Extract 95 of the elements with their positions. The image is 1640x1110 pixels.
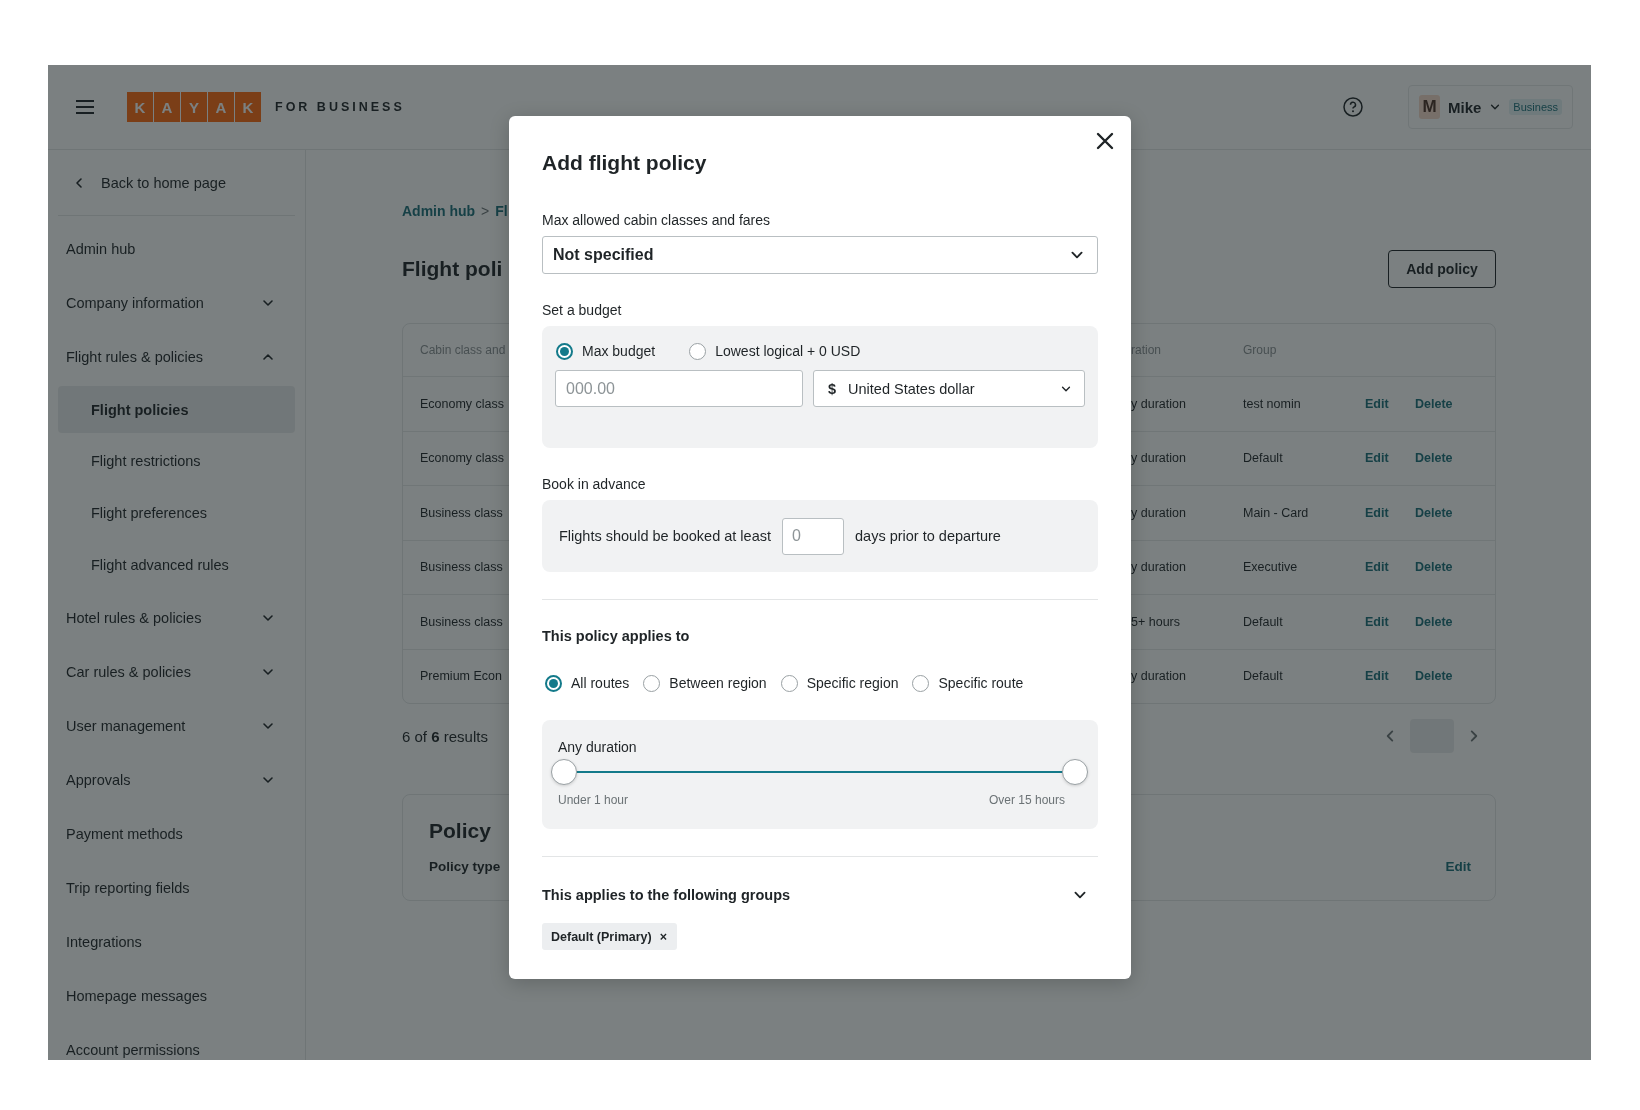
close-icon[interactable] xyxy=(1096,132,1114,150)
radio-label: All routes xyxy=(571,675,630,691)
budget-input[interactable]: 000.00 xyxy=(555,370,803,407)
sidebar-subitem[interactable]: Flight policies xyxy=(58,386,295,433)
user-menu[interactable]: M Mike Business xyxy=(1408,85,1573,129)
edit-link[interactable]: Edit xyxy=(1365,614,1415,629)
breadcrumb-link[interactable]: Admin hub xyxy=(402,203,476,219)
sidebar-item[interactable]: Company information xyxy=(58,276,295,330)
sidebar-item[interactable]: Homepage messages xyxy=(58,969,295,1023)
slider-max-label: Over 15 hours xyxy=(988,793,1065,807)
sidebar-item[interactable]: Integrations xyxy=(58,915,295,969)
account-badge: Business xyxy=(1509,99,1562,115)
table-cell-text: y duration xyxy=(1131,505,1187,520)
radio-button[interactable] xyxy=(643,674,661,692)
field-label: Policy type xyxy=(429,859,501,874)
add-policy-button[interactable]: Add policy xyxy=(1388,250,1496,288)
sidebar-item[interactable]: Admin hub xyxy=(58,222,295,276)
sidebar-item[interactable]: Car rules & policies xyxy=(58,645,295,699)
field-label: Set a budget xyxy=(542,302,623,318)
edit-link[interactable]: Edit xyxy=(1445,859,1471,874)
radio-button[interactable] xyxy=(912,674,930,692)
edit-link[interactable]: Edit xyxy=(1365,560,1415,575)
edit-link[interactable]: Edit xyxy=(1365,669,1415,684)
field-label: Book in advance xyxy=(542,476,647,492)
page-title: Flight poli xyxy=(402,257,503,281)
sidebar-item[interactable]: Approvals xyxy=(58,753,295,807)
table-cell-text: Default xyxy=(1243,614,1284,629)
delete-link[interactable]: Delete xyxy=(1415,560,1495,575)
radio-label: Lowest logical + 0 USD xyxy=(715,343,861,359)
table-cell-text: Economy class xyxy=(420,451,506,466)
currency-select[interactable]: $ United States dollar xyxy=(813,370,1085,407)
user-name: Mike xyxy=(1448,98,1482,116)
field-label: Flights should be booked at least xyxy=(559,528,771,544)
sidebar-item[interactable]: Flight rules & policies xyxy=(58,330,295,384)
table-cell-text: Default xyxy=(1243,451,1284,466)
slider-thumb[interactable] xyxy=(551,759,577,785)
sidebar-item[interactable]: Payment methods xyxy=(58,807,295,861)
table-cell-text: test nomin xyxy=(1243,396,1302,411)
delete-link[interactable]: Delete xyxy=(1415,451,1495,466)
group-chip: Default (Primary) × xyxy=(542,923,678,950)
radio-label: Specific region xyxy=(806,675,899,691)
dialog-title: Add flight policy xyxy=(542,150,708,176)
radio-label: Specific route xyxy=(938,675,1024,691)
remove-button[interactable]: × xyxy=(659,929,668,944)
table-cell-text: Business class xyxy=(420,614,504,629)
breadcrumb-link[interactable]: Fl xyxy=(495,203,508,219)
sidebar-subitem[interactable]: Flight restrictions xyxy=(58,435,295,487)
logo-subtitle: FOR BUSINESS xyxy=(275,100,405,114)
table-cell-text: Economy class xyxy=(420,396,506,411)
user-avatar: M xyxy=(1419,95,1440,119)
table-cell-text: Executive xyxy=(1243,560,1299,575)
back-link[interactable]: Back to home page xyxy=(58,150,295,216)
breadcrumb-separator: > xyxy=(481,203,490,219)
table-cell-text: y duration xyxy=(1131,396,1187,411)
delete-link[interactable]: Delete xyxy=(1415,505,1495,520)
slider-min-label: Under 1 hour xyxy=(558,793,629,807)
field-label: days prior to departure xyxy=(855,528,1001,544)
radio-label: Max budget xyxy=(582,343,656,359)
radio-button[interactable] xyxy=(780,674,798,692)
menu-icon[interactable] xyxy=(75,100,95,114)
table-cell-text: Premium Econ xyxy=(420,669,503,684)
section-title: This policy applies to xyxy=(542,628,691,644)
table-cell-text: Main - Card xyxy=(1243,505,1310,520)
sidebar-item[interactable]: Trip reporting fields xyxy=(58,861,295,915)
cabin-select[interactable]: Not specified xyxy=(542,236,1098,274)
sidebar-item[interactable]: Hotel rules & policies xyxy=(58,591,295,645)
radio-button[interactable] xyxy=(545,674,562,692)
sidebar-item[interactable]: Account permissions xyxy=(58,1023,295,1060)
slider-thumb[interactable] xyxy=(1062,759,1088,785)
help-icon[interactable] xyxy=(1343,97,1363,117)
card-title: Policy xyxy=(429,819,491,843)
groups-toggle[interactable]: This applies to the following groups xyxy=(542,887,1098,903)
edit-link[interactable]: Edit xyxy=(1365,505,1415,520)
table-cell-text: y duration xyxy=(1131,451,1187,466)
table-cell-text: y duration xyxy=(1131,560,1187,575)
sidebar-subitem[interactable]: Flight preferences xyxy=(58,487,295,539)
field-label: Any duration xyxy=(558,739,638,755)
table-cell-text: y duration xyxy=(1131,669,1187,684)
table-cell-text: Business class xyxy=(420,560,504,575)
field-label: Max allowed cabin classes and fares xyxy=(542,212,771,228)
delete-link[interactable]: Delete xyxy=(1415,669,1495,684)
sidebar-subitem[interactable]: Flight advanced rules xyxy=(58,539,295,591)
table-cell-text: Business class xyxy=(420,505,504,520)
edit-link[interactable]: Edit xyxy=(1365,396,1415,411)
days-input[interactable]: 0 xyxy=(782,517,844,555)
sidebar-item[interactable]: User management xyxy=(58,699,295,753)
results-count: 6 of 6 results xyxy=(402,727,488,745)
radio-button[interactable] xyxy=(689,342,707,360)
delete-link[interactable]: Delete xyxy=(1415,396,1495,411)
table-cell-text: Default xyxy=(1243,669,1284,684)
radio-button[interactable] xyxy=(556,342,573,360)
table-cell-text: 5+ hours xyxy=(1131,614,1181,629)
delete-link[interactable]: Delete xyxy=(1415,614,1495,629)
edit-link[interactable]: Edit xyxy=(1365,451,1415,466)
radio-label: Between region xyxy=(669,675,767,691)
